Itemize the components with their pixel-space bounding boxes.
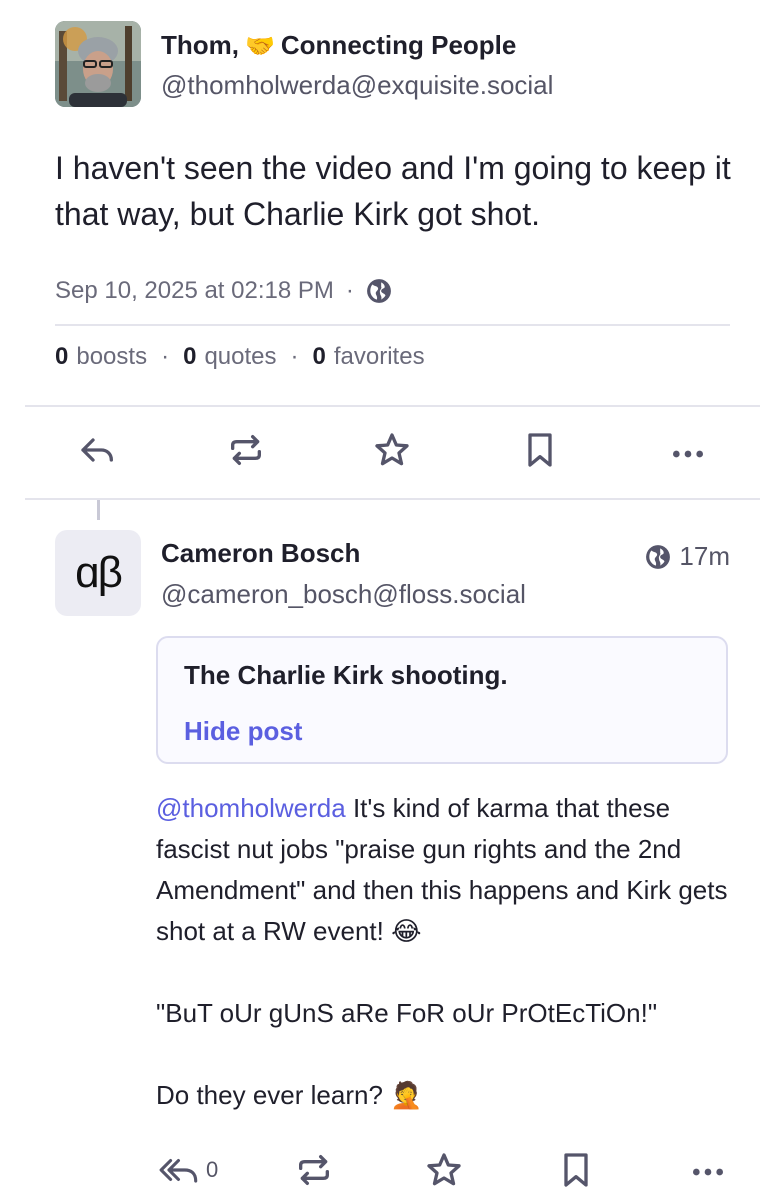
- boosts-count[interactable]: 0 boosts: [55, 343, 147, 371]
- reply-icon: [81, 438, 114, 462]
- meta-separator: ·: [345, 277, 354, 304]
- reply-content: @thomholwerda It's kind of karma that th…: [156, 788, 746, 1116]
- tears-of-joy-emoji: 😂: [391, 916, 422, 946]
- post-meta: Sep 10, 2025 at 02:18 PM ·: [55, 277, 392, 305]
- counts-separator: ·: [290, 343, 299, 370]
- reply-meta[interactable]: 17m: [645, 541, 730, 572]
- divider: [55, 324, 730, 326]
- reply-paragraph: Do they ever learn? 🤦: [156, 1080, 423, 1110]
- author-avatar[interactable]: [55, 21, 141, 107]
- more-button[interactable]: [664, 430, 712, 478]
- favorite-icon: [427, 1153, 461, 1186]
- globe-icon: [366, 279, 391, 303]
- counts-separator: ·: [161, 343, 170, 370]
- bookmark-button[interactable]: [552, 1146, 600, 1194]
- post-timestamp[interactable]: Sep 10, 2025 at 02:18 PM: [55, 277, 334, 305]
- favorite-button[interactable]: [420, 1146, 468, 1194]
- post-counts: 0 boosts · 0 quotes · 0 favorites: [55, 343, 425, 371]
- divider: [25, 498, 760, 500]
- mention-link[interactable]: @thomholwerda: [156, 793, 346, 823]
- author-name-suffix: Connecting People: [280, 30, 517, 60]
- more-button[interactable]: [684, 1148, 732, 1196]
- reply-timestamp: 17m: [679, 541, 730, 571]
- boost-icon: [231, 435, 261, 465]
- handshake-emoji: 🤝: [245, 33, 275, 60]
- reply-paragraph: "BuT oUr gUnS aRe FoR oUr PrOtEcTiOn!": [156, 998, 658, 1028]
- content-warning-box: The Charlie Kirk shooting. Hide post: [156, 636, 728, 764]
- divider: [25, 405, 760, 407]
- more-icon: [693, 1168, 723, 1176]
- favorite-button[interactable]: [368, 426, 416, 474]
- facepalm-emoji: 🤦: [390, 1080, 423, 1110]
- bookmark-button[interactable]: [516, 426, 564, 474]
- boost-button[interactable]: [222, 426, 270, 474]
- boost-button[interactable]: [290, 1146, 338, 1194]
- bookmark-icon: [564, 1153, 588, 1187]
- boost-icon: [299, 1155, 329, 1185]
- reply-count: 0: [206, 1157, 219, 1182]
- author-handle[interactable]: @thomholwerda@exquisite.social: [161, 70, 553, 101]
- reply-paragraph: @thomholwerda It's kind of karma that th…: [156, 793, 728, 946]
- reply-author-name[interactable]: Cameron Bosch: [161, 538, 360, 569]
- reply-button[interactable]: [74, 426, 122, 474]
- author-name: Thom,: [161, 30, 239, 60]
- more-icon: [673, 450, 703, 458]
- post-content: I haven't seen the video and I'm going t…: [55, 150, 731, 232]
- quotes-count[interactable]: 0 quotes: [183, 343, 276, 371]
- author-display-name[interactable]: Thom, 🤝 Connecting People: [161, 30, 516, 61]
- favorites-count[interactable]: 0 favorites: [313, 343, 425, 371]
- bookmark-icon: [528, 433, 552, 467]
- thread-connector: [97, 500, 100, 520]
- avatar-photo-icon: [55, 21, 141, 107]
- hide-post-button[interactable]: Hide post: [184, 716, 302, 747]
- favorite-icon: [375, 433, 409, 466]
- reply-author-avatar[interactable]: ɑβ: [55, 530, 141, 616]
- globe-icon: [646, 544, 671, 569]
- reply-all-button[interactable]: 0: [158, 1148, 218, 1192]
- content-warning-text: The Charlie Kirk shooting.: [184, 660, 508, 690]
- reply-all-icon: [159, 1158, 198, 1183]
- reply-author-handle[interactable]: @cameron_bosch@floss.social: [161, 579, 526, 610]
